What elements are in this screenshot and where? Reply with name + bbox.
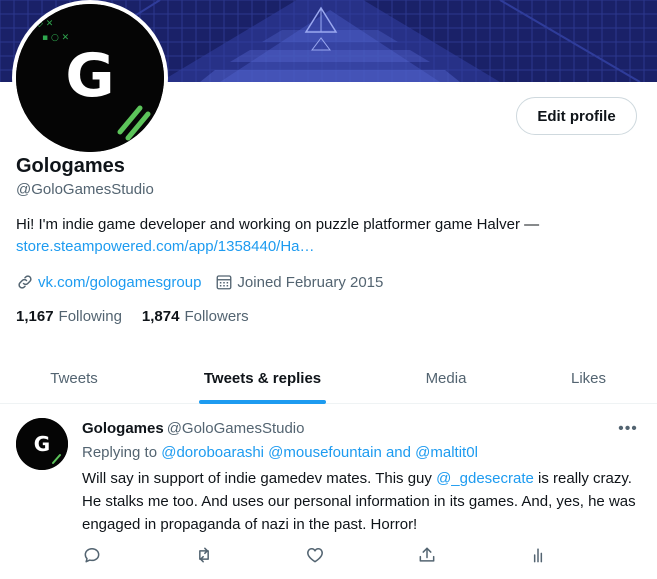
tweet[interactable]: G Gologames @GoloGamesStudio ••• Replying… xyxy=(0,405,657,579)
following-link[interactable]: 1,167 Following xyxy=(16,308,122,325)
reply-icon[interactable] xyxy=(81,544,103,566)
tweet-avatar-logo-icon: G xyxy=(16,418,68,470)
tab-tweets[interactable]: Tweets xyxy=(0,352,148,404)
avatar-frame: ◇ ✕ ▪ ○ ✕ G xyxy=(12,0,168,156)
svg-text:G: G xyxy=(65,41,114,111)
replying-to: Replying to @doroboarashi @mousefountain… xyxy=(82,444,478,461)
profile-name: Gologames xyxy=(16,155,125,177)
replying-to-prefix: Replying to xyxy=(82,444,158,461)
following-count: 1,167 xyxy=(16,308,54,325)
tweet-actions xyxy=(0,544,657,568)
profile-meta: vk.com/gologamesgroup Joined February 20… xyxy=(16,272,383,292)
profile-bio: Hi! I'm indie game developer and working… xyxy=(16,214,641,258)
svg-text:◇ ✕: ◇ ✕ xyxy=(36,19,53,29)
following-label: Following xyxy=(58,308,122,325)
calendar-icon xyxy=(215,273,233,291)
tab-likes[interactable]: Likes xyxy=(520,352,657,404)
followers-count: 1,874 xyxy=(141,308,180,325)
more-options-icon[interactable]: ••• xyxy=(617,419,639,439)
analytics-icon[interactable] xyxy=(527,544,549,566)
retweet-icon[interactable] xyxy=(193,544,215,566)
follow-counts: 1,167 Following 1,874 Followers xyxy=(16,308,249,325)
profile-tabs: Tweets Tweets & replies Media Likes xyxy=(0,352,657,404)
bio-link[interactable]: store.steampowered.com/app/1358440/Ha… xyxy=(16,238,315,255)
tweet-avatar[interactable]: G xyxy=(16,418,68,470)
tweet-author-name[interactable]: Gologames xyxy=(82,420,164,437)
svg-text:G: G xyxy=(34,432,50,456)
bio-text: Hi! I'm indie game developer and working… xyxy=(16,216,540,233)
avatar-logo-icon: ◇ ✕ ▪ ○ ✕ G xyxy=(16,4,164,152)
replying-to-mentions[interactable]: @doroboarashi @mousefountain and @maltit… xyxy=(161,444,478,461)
like-icon[interactable] xyxy=(304,544,326,566)
active-tab-indicator xyxy=(199,400,326,404)
followers-link[interactable]: 1,874 Followers xyxy=(142,308,249,325)
edit-profile-button[interactable]: Edit profile xyxy=(516,97,637,135)
avatar[interactable]: ◇ ✕ ▪ ○ ✕ G xyxy=(16,4,164,152)
share-icon[interactable] xyxy=(416,544,438,566)
joined-date: Joined February 2015 xyxy=(237,273,384,291)
followers-label: Followers xyxy=(184,308,249,325)
website-link[interactable]: vk.com/gologamesgroup xyxy=(38,274,201,291)
tweet-mention[interactable]: @_gdesecrate xyxy=(436,470,534,487)
tweet-author-handle[interactable]: @GoloGamesStudio xyxy=(167,420,305,437)
tweet-header: Gologames @GoloGamesStudio xyxy=(82,420,304,437)
tweet-text-part-1: Will say in support of indie gamedev mat… xyxy=(82,470,437,487)
tweet-text: Will say in support of indie gamedev mat… xyxy=(82,467,642,536)
link-icon xyxy=(16,273,34,291)
tab-media[interactable]: Media xyxy=(372,352,520,404)
tab-tweets-replies[interactable]: Tweets & replies xyxy=(165,352,360,404)
profile-handle: @GoloGamesStudio xyxy=(16,181,154,198)
